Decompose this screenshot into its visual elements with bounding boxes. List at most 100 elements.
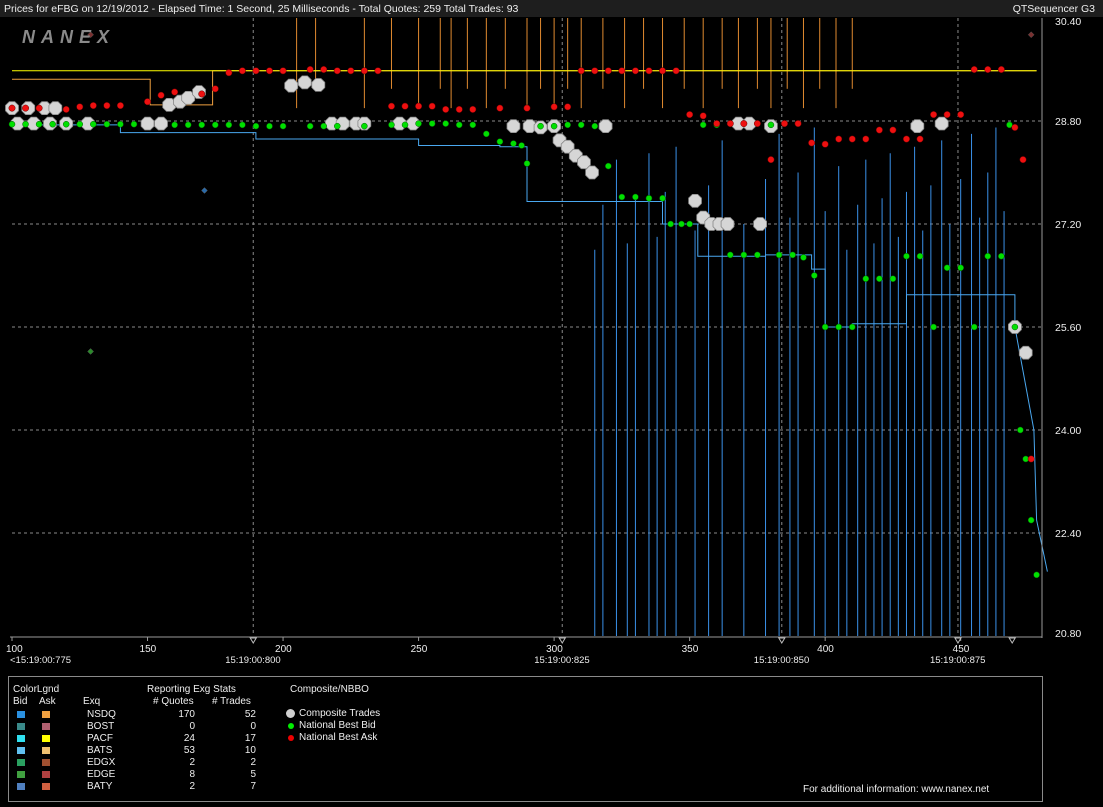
trade-count: 52 [244, 709, 256, 720]
composite-trade-marker [284, 78, 299, 93]
best-ask-marker [1019, 156, 1027, 164]
best-ask-marker [360, 67, 368, 75]
best-bid-marker [62, 120, 70, 128]
nanex-logo: NANEX [22, 27, 115, 47]
best-ask-marker [455, 105, 463, 113]
quote-count: 24 [183, 733, 195, 744]
time-marker [777, 637, 786, 644]
best-bid-marker [740, 251, 748, 259]
best-bid-marker [754, 251, 761, 259]
best-bid-marker [577, 121, 585, 129]
best-bid-marker [862, 275, 870, 282]
best-ask-marker [659, 67, 666, 75]
best-bid-marker [523, 160, 531, 167]
trade-count: 17 [244, 733, 256, 744]
time-label: 15:19:00:850 [754, 655, 809, 666]
time-label: <15:19:00:775 [10, 655, 71, 666]
best-ask-marker [781, 120, 788, 128]
trades-header: # Trades [212, 696, 251, 707]
best-bid-marker [564, 121, 571, 129]
best-ask-marker [577, 67, 585, 75]
best-bid-marker [279, 122, 287, 130]
best-ask-marker [808, 139, 816, 147]
best-bid-marker [428, 120, 436, 127]
best-ask-marker [523, 104, 531, 112]
stats-title: Reporting Exg Stats [147, 684, 236, 695]
best-ask-marker [889, 126, 897, 134]
quote-count: 53 [183, 745, 195, 756]
best-ask-marker [767, 156, 775, 164]
trade-count: 5 [250, 769, 256, 780]
legend-row: BOST 0 0 [9, 721, 279, 733]
best-ask-marker [428, 102, 436, 110]
footer-link[interactable]: For additional information: www.nanex.ne… [803, 784, 989, 795]
best-bid-marker [184, 121, 192, 129]
best-ask-marker [753, 120, 761, 128]
best-ask-marker [469, 105, 477, 113]
ask-swatch [42, 771, 50, 778]
composite-trade-marker [506, 119, 521, 134]
y-axis: 30.40 28.80 27.20 25.60 24.00 22.40 20.80 [1041, 16, 1081, 640]
best-ask-marker [306, 66, 314, 73]
x-tick-label: 150 [140, 644, 157, 655]
quotes-header: # Quotes [153, 696, 194, 707]
trade-count: 2 [250, 757, 256, 768]
best-ask-marker [821, 140, 829, 148]
best-ask-marker [997, 66, 1005, 73]
best-bid-marker [171, 121, 178, 129]
best-ask-marker [198, 90, 206, 98]
best-bid-marker [659, 195, 666, 202]
quote-count: 0 [189, 721, 195, 732]
best-bid-marker [320, 122, 327, 130]
ask-swatch [42, 783, 50, 790]
best-ask-marker [1027, 455, 1035, 463]
best-bid-marker [591, 122, 599, 130]
best-ask-marker [333, 67, 341, 75]
best-bid-marker [22, 120, 29, 128]
best-bid-marker [775, 251, 783, 259]
best-ask-marker [984, 66, 992, 73]
best-bid-marker [767, 121, 775, 129]
best-bid-marker [811, 272, 818, 279]
best-bid-marker [678, 220, 685, 228]
best-bid-marker [90, 120, 97, 128]
best-ask-marker [401, 102, 409, 110]
best-ask-marker [550, 103, 558, 111]
best-ask-marker [645, 67, 653, 75]
ask-swatch [42, 759, 50, 766]
exq-header: Exq [83, 696, 101, 707]
exq-name: BATY [87, 781, 113, 792]
best-ask-marker [496, 104, 504, 112]
best-bid-marker [518, 142, 525, 149]
best-ask-marker [35, 104, 43, 112]
best-ask-marker [157, 91, 165, 99]
best-ask-marker [618, 67, 626, 75]
best-ask-marker [8, 104, 16, 112]
best-bid-marker [510, 140, 517, 147]
quote-count: 8 [189, 769, 195, 780]
composite-trade-marker [688, 193, 702, 208]
ask-header: Ask [39, 696, 56, 707]
best-ask-marker [713, 120, 721, 128]
best-bid-marker [198, 121, 205, 129]
quote-count: 2 [189, 757, 195, 768]
best-bid-marker [35, 120, 43, 128]
best-bid-marker [849, 323, 856, 331]
color-legend-title: ColorLgnd [13, 684, 60, 695]
best-bid-marker [667, 220, 674, 228]
best-bid-marker [618, 193, 626, 201]
best-bid-marker [876, 275, 883, 282]
best-ask-marker [604, 67, 612, 75]
composite-trade-marker [720, 217, 735, 231]
composite-trade-marker [140, 116, 155, 131]
ask-swatch [42, 723, 50, 730]
best-bid-marker [212, 121, 219, 129]
legend-row: EDGX 2 2 [9, 757, 279, 769]
best-ask-marker [103, 102, 111, 110]
time-marker [954, 637, 962, 644]
best-ask-marker [388, 102, 395, 110]
best-ask-marker [943, 111, 951, 119]
best-bid-marker [455, 121, 463, 129]
legend-row: PACF 24 17 [9, 733, 279, 745]
y-tick-label: 24.00 [1055, 425, 1081, 437]
